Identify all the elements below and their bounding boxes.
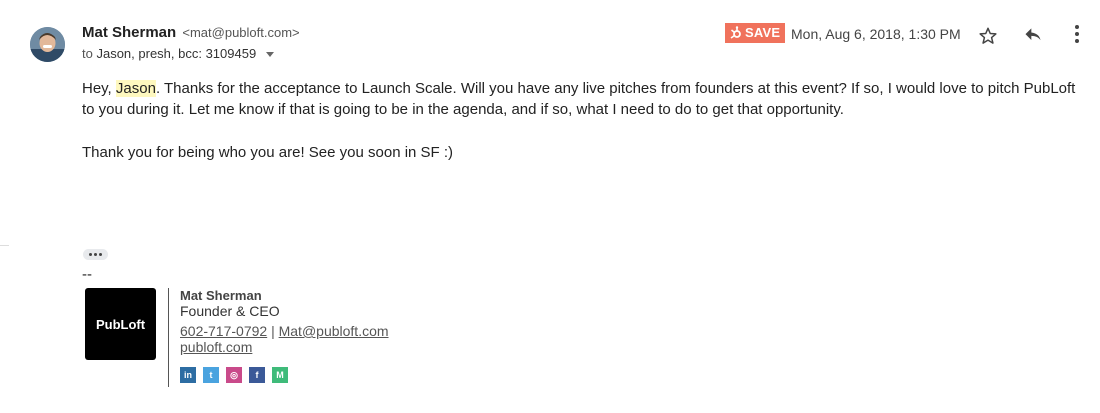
chevron-down-icon[interactable]	[265, 52, 274, 58]
social-icons-row: in t ◎ f M	[180, 367, 288, 383]
message-paragraph: Hey, Jason. Thanks for the acceptance to…	[82, 78, 1087, 120]
hubspot-sprocket-icon	[730, 26, 741, 39]
sender-email: <mat@publoft.com>	[182, 25, 300, 40]
signature-name: Mat Sherman	[180, 288, 262, 303]
dot	[99, 253, 102, 256]
instagram-icon[interactable]: ◎	[226, 367, 242, 383]
star-button[interactable]	[976, 24, 1000, 48]
message-date: Mon, Aug 6, 2018, 1:30 PM	[791, 26, 961, 42]
to-label: to	[82, 46, 93, 61]
signature-phone-link[interactable]: 602-717-0792	[180, 323, 267, 339]
sender-name: Mat Sherman	[82, 24, 177, 41]
signature-email-link[interactable]: Mat@publoft.com	[279, 323, 389, 339]
facebook-icon[interactable]: f	[249, 367, 265, 383]
show-trimmed-content-button[interactable]	[83, 249, 108, 260]
signature-contact: 602-717-0792 | Mat@publoft.com	[180, 323, 389, 339]
recipients-list: Jason, presh, bcc: 3109459	[96, 46, 257, 61]
logo-text: PubLoft	[95, 316, 146, 332]
message-body: Hey, Jason. Thanks for the acceptance to…	[82, 78, 1087, 163]
dot	[89, 253, 92, 256]
recipients-line: to Jason, presh, bcc: 3109459	[82, 45, 274, 63]
contact-separator: |	[267, 323, 279, 339]
paragraph-text: . Thanks for the acceptance to Launch Sc…	[82, 80, 1076, 118]
signature-divider	[168, 288, 169, 387]
highlighted-name: Jason	[115, 80, 156, 97]
message-paragraph-closing: Thank you for being who you are! See you…	[82, 144, 454, 161]
signature-separator: --	[82, 266, 92, 283]
save-button[interactable]: SAVE	[725, 23, 786, 43]
greeting-text: Hey,	[82, 80, 116, 97]
more-vert-icon	[1075, 25, 1079, 43]
reply-icon	[1025, 28, 1041, 41]
sender-line: Mat Sherman <mat@publoft.com>	[82, 23, 300, 43]
reply-button[interactable]	[1021, 23, 1045, 47]
medium-icon[interactable]: M	[272, 367, 288, 383]
left-edge-mark	[0, 245, 9, 246]
signature-website-link[interactable]: publoft.com	[180, 339, 252, 355]
linkedin-icon[interactable]: in	[180, 367, 196, 383]
signature-title: Founder & CEO	[180, 303, 280, 319]
twitter-icon[interactable]: t	[203, 367, 219, 383]
avatar[interactable]	[30, 27, 65, 62]
more-options-button[interactable]	[1066, 22, 1088, 46]
signature-website: publoft.com	[180, 339, 252, 355]
dot	[94, 253, 97, 256]
publoft-logo: PubLoft	[85, 288, 156, 360]
star-icon	[979, 27, 997, 44]
save-label: SAVE	[745, 25, 781, 40]
